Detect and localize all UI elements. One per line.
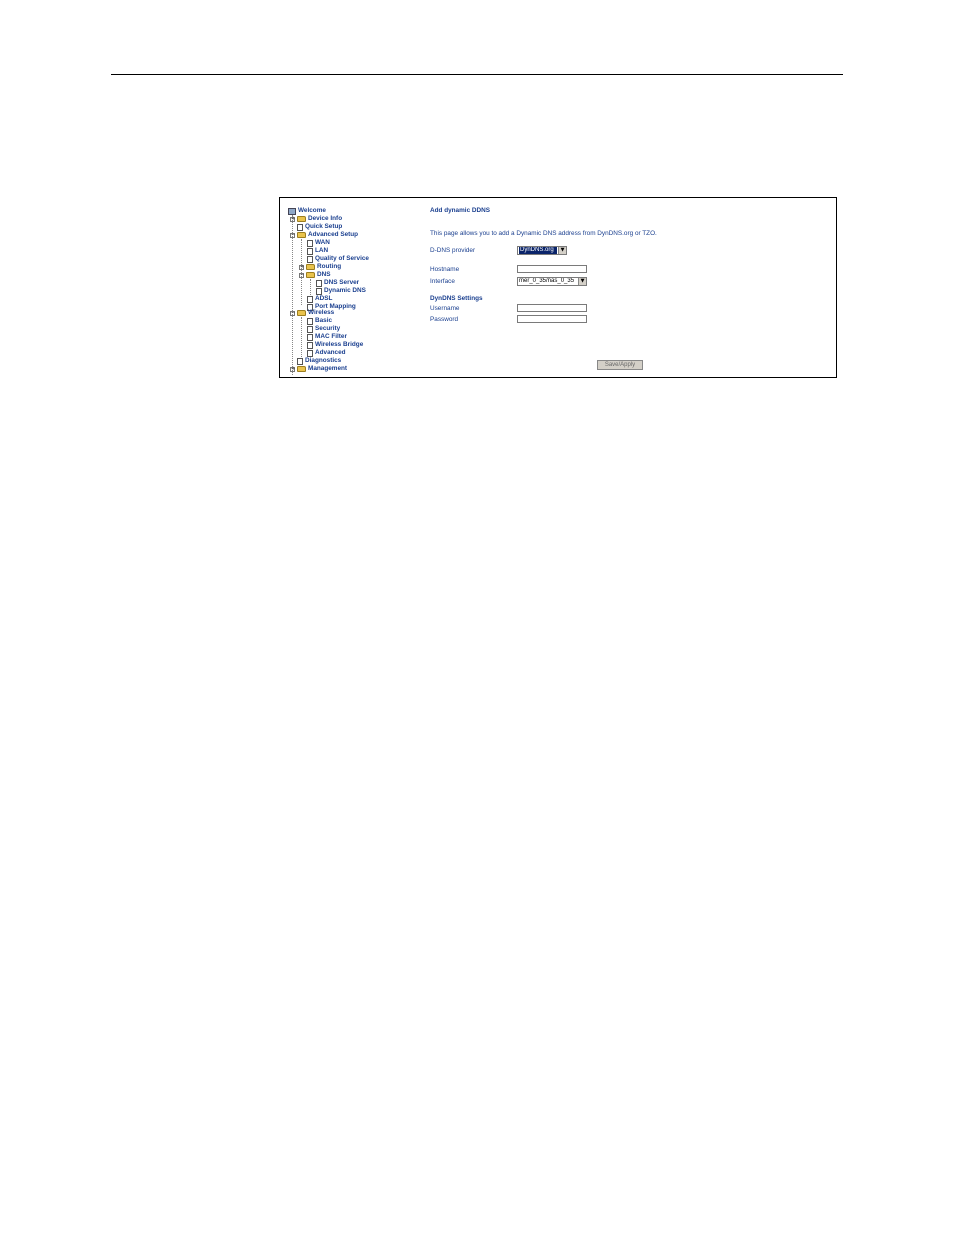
expand-icon[interactable]: + [290,366,295,372]
dropdown-arrow-icon[interactable]: ▼ [578,278,586,285]
tree-label: Dynamic DNS [324,287,366,294]
tree-label: WAN [315,239,330,246]
dropdown-arrow-icon[interactable]: ▼ [558,247,566,254]
ddns-form: Add dynamic DDNS This page allows you to… [430,198,830,377]
collapse-icon[interactable]: − [290,232,295,238]
folder-icon [306,264,315,270]
tree-label: Security [315,325,341,332]
page-icon [316,279,322,287]
tree-label: Management [308,365,348,372]
tree-basic[interactable]: Basic [307,317,332,325]
provider-label: D-DNS provider [430,247,476,254]
tree-wireless-bridge[interactable]: Wireless Bridge [307,341,363,349]
page-icon [307,239,313,247]
tree-advanced[interactable]: Advanced [307,349,346,357]
tree-label: DNS [317,271,331,278]
header-rule [111,74,843,75]
tree-dns[interactable]: − DNS [299,271,331,279]
interface-value: mer_0_35/nas_0_35 [519,278,575,284]
save-apply-button[interactable]: Save/Apply [597,360,643,370]
tree-label: Basic [315,317,333,324]
tree-line [292,215,293,375]
tree-label: MAC Filter [315,333,347,340]
interface-select[interactable]: mer_0_35/nas_0_35 ▼ [517,277,587,286]
tree-quick-setup[interactable]: Quick Setup [297,223,342,231]
page-icon [307,349,313,357]
router-config-window: Welcome + Device Info Quick Setup − Adva… [279,197,837,378]
tree-line [310,279,311,295]
hostname-input[interactable] [517,265,587,273]
tree-label: Wireless Bridge [315,341,364,348]
username-label: Username [430,305,460,312]
page-icon [297,223,303,231]
tree-routing[interactable]: + Routing [299,263,341,271]
settings-heading: DynDNS Settings [430,295,483,302]
password-input[interactable] [517,315,587,323]
tree-label: Welcome [298,207,326,214]
computer-icon [288,207,296,215]
folder-open-icon [306,272,315,278]
page-title: Add dynamic DDNS [430,207,491,214]
tree-label: DNS Server [324,279,360,286]
page-icon [307,295,313,303]
page-icon [307,341,313,349]
tree-label: Routing [317,263,342,270]
tree-label: Wireless [308,309,335,316]
tree-label: LAN [315,247,329,254]
tree-dynamic-dns[interactable]: Dynamic DNS [316,287,366,295]
page-icon [297,357,303,365]
folder-icon [297,216,306,222]
folder-icon [297,366,306,372]
tree-security[interactable]: Security [307,325,340,333]
tree-label: Diagnostics [305,357,342,364]
provider-select[interactable]: DynDNS.org ▼ [517,246,567,255]
tree-management[interactable]: + Management [290,365,347,373]
expand-icon[interactable]: + [290,216,295,222]
tree-device-info[interactable]: + Device Info [290,215,342,223]
tree-mac-filter[interactable]: MAC Filter [307,333,347,341]
tree-dns-server[interactable]: DNS Server [316,279,359,287]
tree-label: ADSL [315,295,333,302]
tree-advanced-setup[interactable]: − Advanced Setup [290,231,358,239]
tree-label: Quick Setup [305,223,343,230]
tree-label: Device Info [308,215,343,222]
tree-wireless[interactable]: − Wireless [290,309,334,317]
tree-label: Advanced Setup [308,231,359,238]
page-icon [307,255,313,263]
page-description: This page allows you to add a Dynamic DN… [430,230,657,237]
collapse-icon[interactable]: − [290,310,295,316]
username-input[interactable] [517,304,587,312]
tree-label: Advanced [315,349,346,356]
tree-adsl[interactable]: ADSL [307,295,332,303]
page-icon [316,287,322,295]
collapse-icon[interactable]: − [299,272,304,278]
page-icon [307,333,313,341]
folder-open-icon [297,232,306,238]
interface-label: Interface [430,278,455,285]
hostname-label: Hostname [430,266,460,273]
password-label: Password [430,316,459,323]
page-icon [307,325,313,333]
expand-icon[interactable]: + [299,264,304,270]
tree-diagnostics[interactable]: Diagnostics [297,357,341,365]
tree-welcome[interactable]: Welcome [288,207,326,215]
page-icon [307,247,313,255]
folder-open-icon [297,310,306,316]
tree-label: Quality of Service [315,255,369,262]
tree-wan[interactable]: WAN [307,239,330,247]
tree-lan[interactable]: LAN [307,247,328,255]
provider-value: DynDNS.org [519,247,557,254]
tree-line [301,317,302,357]
page-icon [307,317,313,325]
tree-qos[interactable]: Quality of Service [307,255,369,263]
